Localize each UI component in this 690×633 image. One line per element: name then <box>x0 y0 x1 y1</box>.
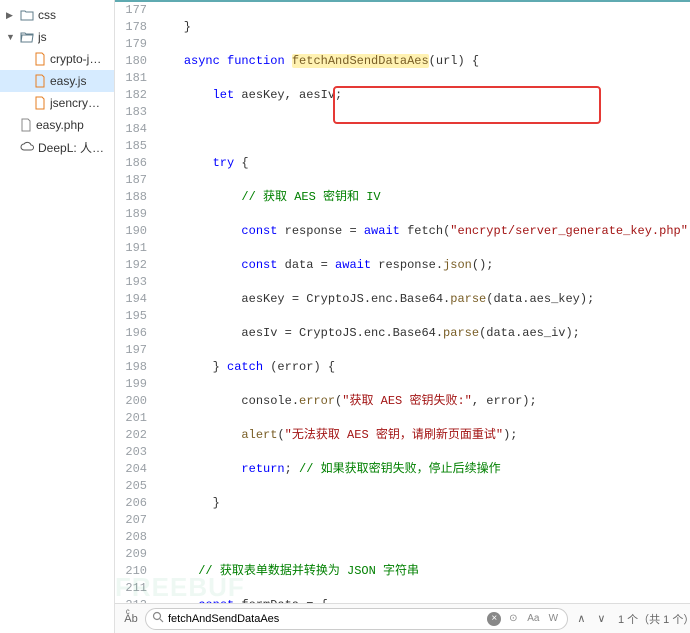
tree-label: css <box>38 8 56 22</box>
tree-item-easy-php[interactable]: easy.php <box>0 114 114 136</box>
line-number: 198 <box>115 359 147 376</box>
line-number: 177 <box>115 2 147 19</box>
tree-item-crypto-js[interactable]: crypto-j… <box>0 48 114 70</box>
line-number: 182 <box>115 87 147 104</box>
search-next-button[interactable]: ∨ <box>594 612 608 625</box>
line-number: 210 <box>115 563 147 580</box>
line-number: 178 <box>115 19 147 36</box>
tree-label: js <box>38 30 47 44</box>
line-number: 207 <box>115 512 147 529</box>
tree-label: easy.php <box>36 118 84 132</box>
search-icon <box>152 611 164 626</box>
app-root: ▶ css ▼ js crypto-j… easy.js jsencry… <box>0 0 690 633</box>
line-number: 190 <box>115 223 147 240</box>
folder-icon <box>20 9 34 21</box>
line-number: 179 <box>115 36 147 53</box>
line-number: 196 <box>115 325 147 342</box>
line-number: 184 <box>115 121 147 138</box>
tree-item-jsencrypt[interactable]: jsencry… <box>0 92 114 114</box>
file-icon <box>34 74 46 88</box>
tree-label: DeepL: 人… <box>38 139 104 156</box>
file-icon <box>34 96 46 110</box>
line-number: 211 <box>115 580 147 597</box>
file-icon <box>20 118 32 132</box>
line-number: 180 <box>115 53 147 70</box>
line-number: 189 <box>115 206 147 223</box>
line-number: 185 <box>115 138 147 155</box>
tree-item-easy-js[interactable]: easy.js <box>0 70 114 92</box>
line-number: 186 <box>115 155 147 172</box>
line-number: 181 <box>115 70 147 87</box>
search-input-wrap: × ⊙ Aa W <box>145 608 568 630</box>
line-number: 195 <box>115 308 147 325</box>
line-number: 188 <box>115 189 147 206</box>
file-tree-sidebar: ▶ css ▼ js crypto-j… easy.js jsencry… <box>0 0 115 633</box>
search-result-count: 1 个（共 1 个） <box>614 611 690 627</box>
line-number: 201 <box>115 410 147 427</box>
line-number: 202 <box>115 427 147 444</box>
code-viewport[interactable]: 1771781791801811821831841851861871881891… <box>115 0 690 603</box>
caret-icon: ▶ <box>6 10 16 21</box>
line-number: 194 <box>115 291 147 308</box>
line-number: 192 <box>115 257 147 274</box>
line-number: 208 <box>115 529 147 546</box>
cloud-icon <box>20 141 34 153</box>
search-case-toggle[interactable]: Aa <box>525 613 541 624</box>
search-input[interactable] <box>168 613 483 625</box>
line-number-gutter: 1771781791801811821831841851861871881891… <box>115 2 155 603</box>
caret-down-icon: ▼ <box>6 32 16 42</box>
line-number: 199 <box>115 376 147 393</box>
tree-label: easy.js <box>50 74 86 88</box>
line-number: 203 <box>115 444 147 461</box>
code-editor: 1771781791801811821831841851861871881891… <box>115 0 690 633</box>
line-number: 212 <box>115 597 147 603</box>
line-number: 204 <box>115 461 147 478</box>
tree-item-css[interactable]: ▶ css <box>0 4 114 26</box>
tree-item-js[interactable]: ▼ js <box>0 26 114 48</box>
tree-label: jsencry… <box>50 96 100 110</box>
line-number: 206 <box>115 495 147 512</box>
search-regex-toggle[interactable]: ⊙ <box>505 613 521 624</box>
line-number: 200 <box>115 393 147 410</box>
line-number: 191 <box>115 240 147 257</box>
clear-search-icon[interactable]: × <box>487 612 501 626</box>
line-number: 197 <box>115 342 147 359</box>
line-number: 183 <box>115 104 147 121</box>
search-mode-toggle[interactable]: Aͨb <box>123 613 139 625</box>
line-number: 187 <box>115 172 147 189</box>
line-number: 205 <box>115 478 147 495</box>
search-prev-button[interactable]: ∧ <box>574 612 588 625</box>
search-word-toggle[interactable]: W <box>545 613 561 624</box>
folder-open-icon <box>20 31 34 43</box>
line-number: 209 <box>115 546 147 563</box>
tree-item-deepl[interactable]: DeepL: 人… <box>0 136 114 158</box>
file-icon <box>34 52 46 66</box>
code-lines[interactable]: } async function fetchAndSendDataAes(url… <box>155 2 690 603</box>
highlighted-function-name: fetchAndSendDataAes <box>292 54 429 68</box>
line-number: 193 <box>115 274 147 291</box>
search-bar: Aͨb × ⊙ Aa W ∧ ∨ 1 个（共 1 个） <box>115 603 690 633</box>
tree-label: crypto-j… <box>50 52 101 66</box>
